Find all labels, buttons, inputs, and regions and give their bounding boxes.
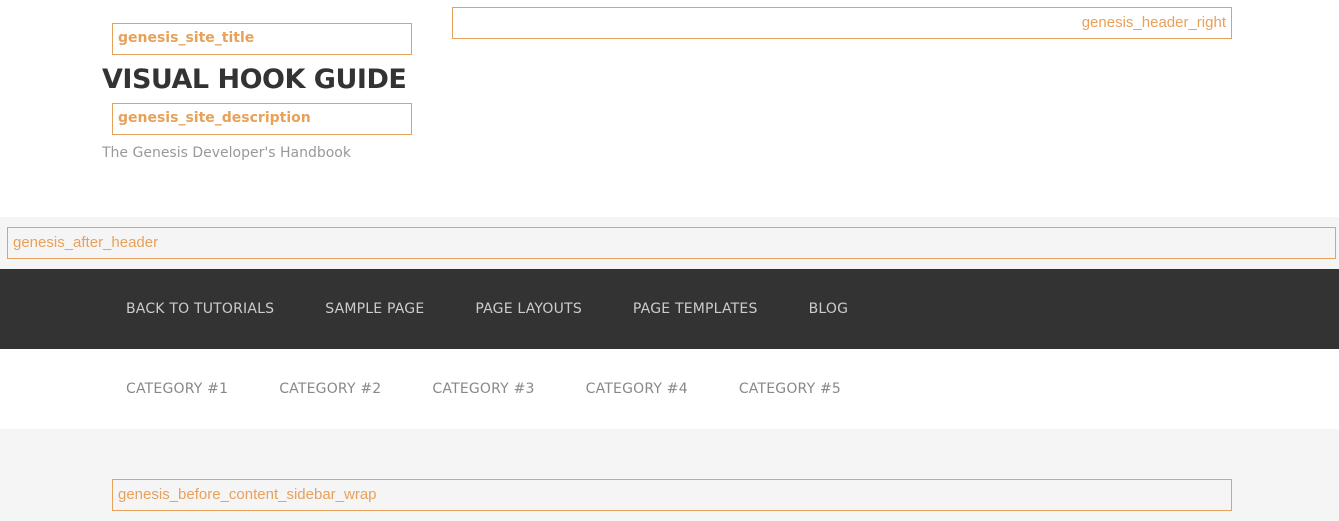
secondary-navigation: CATEGORY #1 CATEGORY #2 CATEGORY #3 CATE… bbox=[0, 349, 1339, 429]
nav-item-category-2[interactable]: CATEGORY #2 bbox=[279, 381, 381, 397]
nav-item-page-layouts[interactable]: PAGE LAYOUTS bbox=[475, 301, 582, 317]
secondary-nav-menu: CATEGORY #1 CATEGORY #2 CATEGORY #3 CATE… bbox=[126, 349, 892, 429]
nav-item-category-4[interactable]: CATEGORY #4 bbox=[586, 381, 688, 397]
nav-item-sample-page[interactable]: SAMPLE PAGE bbox=[325, 301, 424, 317]
nav-item-blog[interactable]: BLOG bbox=[809, 301, 849, 317]
nav-item-category-1[interactable]: CATEGORY #1 bbox=[126, 381, 228, 397]
site-title[interactable]: VISUAL HOOK GUIDE bbox=[102, 62, 407, 98]
nav-item-category-5[interactable]: CATEGORY #5 bbox=[739, 381, 841, 397]
nav-item-page-templates[interactable]: PAGE TEMPLATES bbox=[633, 301, 758, 317]
hook-label-after-header: genesis_after_header bbox=[7, 227, 1336, 259]
hook-label-before-content-sidebar-wrap: genesis_before_content_sidebar_wrap bbox=[112, 479, 1232, 511]
primary-nav-menu: BACK TO TUTORIALS SAMPLE PAGE PAGE LAYOU… bbox=[126, 269, 899, 349]
primary-navigation: BACK TO TUTORIALS SAMPLE PAGE PAGE LAYOU… bbox=[0, 269, 1339, 349]
hook-label-site-description: genesis_site_description bbox=[112, 103, 412, 135]
page: genesis_site_title VISUAL HOOK GUIDE gen… bbox=[0, 0, 1339, 521]
hook-label-header-right: genesis_header_right bbox=[452, 7, 1232, 39]
site-description: The Genesis Developer's Handbook bbox=[102, 145, 351, 161]
nav-item-back-to-tutorials[interactable]: BACK TO TUTORIALS bbox=[126, 301, 274, 317]
hook-label-site-title: genesis_site_title bbox=[112, 23, 412, 55]
nav-item-category-3[interactable]: CATEGORY #3 bbox=[432, 381, 534, 397]
